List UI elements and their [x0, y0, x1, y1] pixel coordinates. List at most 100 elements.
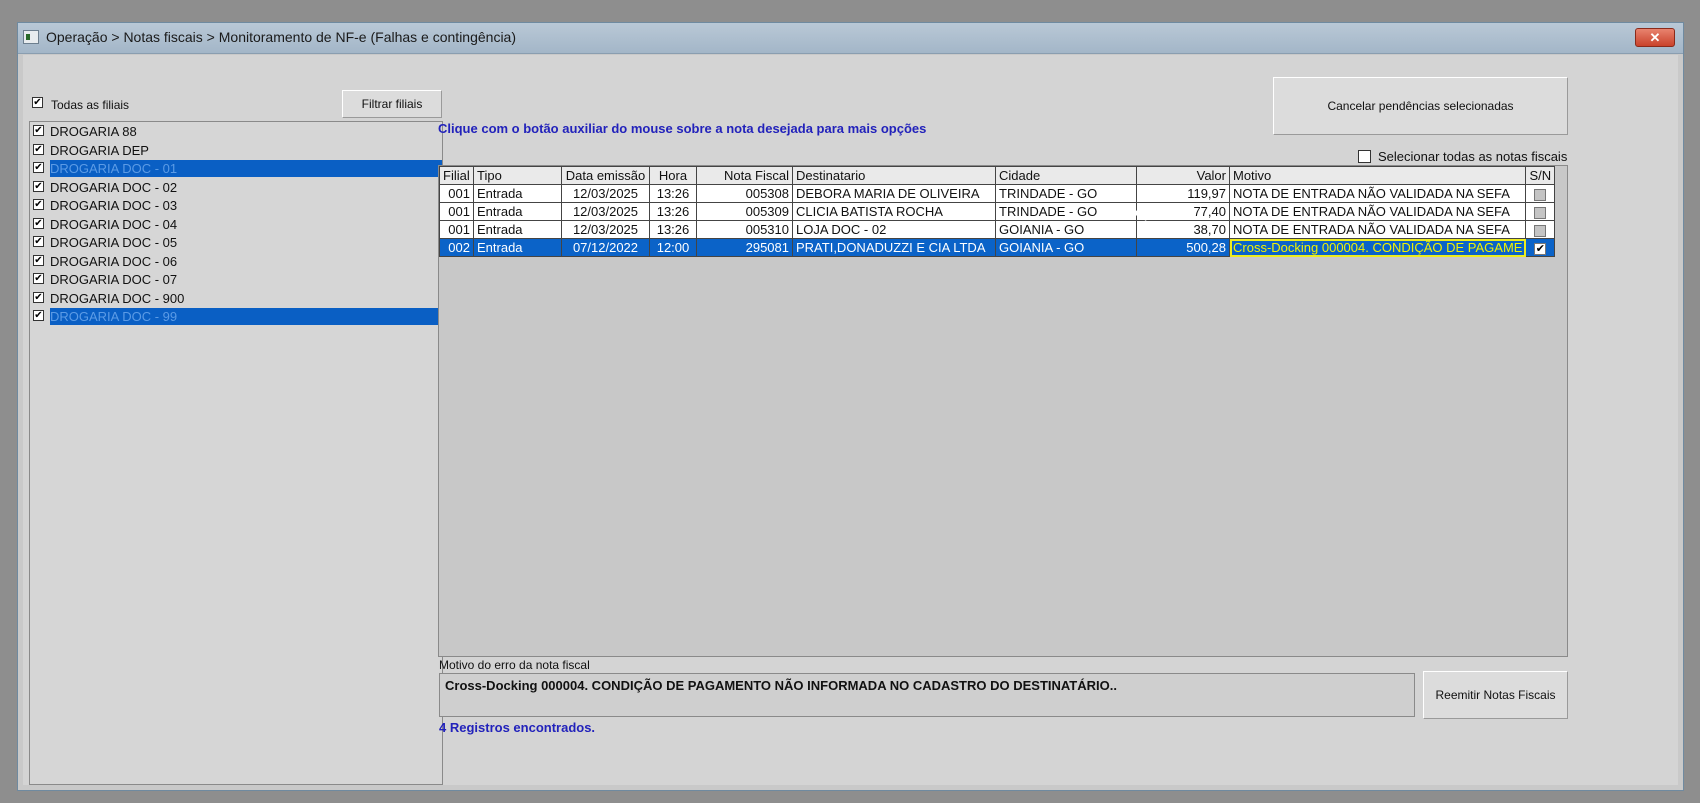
col-header-data-emissao[interactable]: Data emissão — [561, 166, 650, 185]
reemitir-notas-button[interactable]: Reemitir Notas Fiscais — [1423, 671, 1568, 719]
filial-item[interactable]: ✔ DROGARIA DOC - 900 — [30, 289, 442, 308]
col-header-tipo[interactable]: Tipo — [473, 166, 562, 185]
cell-sn[interactable] — [1525, 220, 1556, 239]
filial-checkbox[interactable]: ✔ — [33, 254, 44, 266]
cell-cidade: TRINDADE - GO — [995, 184, 1137, 203]
main-window: Operação > Notas fiscais > Monitoramento… — [17, 22, 1684, 791]
notas-table: Filial Tipo Data emissão Hora Nota Fisca… — [439, 166, 1556, 257]
filial-checkbox[interactable]: ✔ — [33, 217, 44, 229]
table-row[interactable]: 001 Entrada 12/03/2025 13:26 005309 CLIC… — [439, 202, 1556, 221]
sn-checkbox[interactable] — [1534, 224, 1547, 237]
filial-item[interactable]: ✔ DROGARIA DOC - 02 — [30, 178, 442, 197]
cell-valor: 77,40 — [1136, 202, 1230, 221]
cell-filial: 002 — [439, 238, 474, 257]
col-header-hora[interactable]: Hora — [649, 166, 697, 185]
cell-destinatario: DEBORA MARIA DE OLIVEIRA — [792, 184, 996, 203]
motivo-erro-text: Cross-Docking 000004. CONDIÇÃO DE PAGAME… — [439, 673, 1415, 717]
filial-label: DROGARIA DOC - 07 — [50, 272, 178, 287]
col-header-destinatario[interactable]: Destinatario — [792, 166, 996, 185]
cell-hora: 13:26 — [649, 202, 697, 221]
filial-item[interactable]: ✔ DROGARIA DOC - 06 — [30, 252, 442, 271]
filial-item[interactable]: ✔ DROGARIA DOC - 04 — [30, 215, 442, 234]
filial-checkbox[interactable]: ✔ — [33, 125, 44, 136]
cell-filial: 001 — [439, 202, 474, 221]
filial-checkbox[interactable]: ✔ — [33, 162, 44, 173]
filial-label: DROGARIA DEP — [50, 142, 149, 158]
filial-checkbox[interactable]: ✔ — [33, 180, 44, 192]
cell-motivo: Cross-Docking 000004. CONDIÇÃO DE PAGAME — [1228, 238, 1527, 257]
table-row[interactable]: 001 Entrada 12/03/2025 13:26 005310 LOJA… — [439, 220, 1556, 239]
notas-fiscais-grid[interactable]: Filial Tipo Data emissão Hora Nota Fisca… — [438, 165, 1568, 657]
cancelar-pendencias-button[interactable]: Cancelar pendências selecionadas — [1273, 77, 1568, 135]
col-header-nota-fiscal[interactable]: Nota Fiscal — [696, 166, 793, 185]
filial-item[interactable]: ✔ DROGARIA DOC - 05 — [30, 233, 442, 252]
cell-filial: 001 — [439, 220, 474, 239]
cell-motivo: NOTA DE ENTRADA NÃO VALIDADA NA SEFA — [1228, 184, 1527, 203]
app-icon — [23, 30, 39, 44]
col-header-valor[interactable]: Valor — [1136, 166, 1230, 185]
window-title: Operação > Notas fiscais > Monitoramento… — [46, 29, 517, 45]
cell-data: 12/03/2025 — [561, 184, 650, 203]
filial-label: DROGARIA DOC - 900 — [50, 290, 185, 306]
filial-item[interactable]: ✔ DROGARIA DOC - 07 — [30, 270, 442, 289]
filial-checkbox[interactable]: ✔ — [33, 143, 44, 155]
filial-label: DROGARIA DOC - 99 — [50, 308, 442, 325]
cell-valor: 119,97 — [1136, 184, 1230, 203]
cell-data: 07/12/2022 — [561, 238, 650, 257]
filiais-list[interactable]: ✔ DROGARIA 88 ✔ DROGARIA DEP ✔ DROGARIA DOC… — [29, 121, 443, 785]
table-row-selected[interactable]: 002 Entrada 07/12/2022 12:00 295081 PRAT… — [439, 238, 1556, 257]
cell-motivo: NOTA DE ENTRADA NÃO VALIDADA NA SEFA — [1228, 220, 1527, 239]
cell-cidade: GOIANIA - GO — [995, 238, 1137, 257]
close-icon: ✕ — [1649, 30, 1661, 45]
col-header-sn[interactable]: S/N — [1525, 166, 1556, 185]
filial-item[interactable]: ✔ DROGARIA 88 — [30, 122, 442, 141]
filial-item[interactable]: ✔ DROGARIA DOC - 03 — [30, 196, 442, 215]
motivo-erro-label: Motivo do erro da nota fiscal — [439, 658, 590, 672]
close-button[interactable]: ✕ — [1635, 28, 1675, 47]
filial-label: DROGARIA DOC - 06 — [50, 253, 178, 269]
col-header-motivo[interactable]: Motivo — [1228, 166, 1527, 185]
filial-item[interactable]: ✔ DROGARIA DOC - 99 — [30, 307, 442, 326]
filial-item[interactable]: ✔ DROGARIA DEP — [30, 141, 442, 160]
todas-filiais-checkbox[interactable]: ✔ — [32, 97, 43, 108]
cell-destinatario: PRATI,DONADUZZI E CIA LTDA — [792, 238, 996, 257]
cell-tipo: Entrada — [473, 220, 562, 239]
sn-checkbox[interactable] — [1534, 206, 1547, 219]
col-header-filial[interactable]: Filial — [439, 166, 474, 185]
cell-data: 12/03/2025 — [561, 220, 650, 239]
sn-checkbox[interactable] — [1534, 188, 1547, 201]
cell-sn[interactable] — [1525, 202, 1556, 221]
filial-checkbox[interactable]: ✔ — [33, 310, 44, 321]
filial-checkbox[interactable]: ✔ — [33, 199, 44, 210]
filtrar-filiais-button[interactable]: Filtrar filiais — [342, 90, 442, 118]
table-row[interactable]: 001 Entrada 12/03/2025 13:26 005308 DEBO… — [439, 184, 1556, 203]
col-header-cidade[interactable]: Cidade — [995, 166, 1137, 185]
filial-checkbox[interactable]: ✔ — [33, 291, 44, 303]
cell-hora: 13:26 — [649, 184, 697, 203]
table-header-row: Filial Tipo Data emissão Hora Nota Fisca… — [439, 166, 1556, 185]
filial-label: DROGARIA DOC - 05 — [50, 235, 178, 250]
registros-count: 4 Registros encontrados. — [439, 720, 596, 735]
title-bar[interactable]: Operação > Notas fiscais > Monitoramento… — [18, 23, 1683, 54]
selecionar-todas-checkbox[interactable] — [1358, 150, 1371, 163]
cell-cidade: TRINDADE - GO — [995, 202, 1137, 221]
context-menu-hint: Clique com o botão auxiliar do mouse sob… — [438, 121, 927, 136]
cell-destinatario: LOJA DOC - 02 — [792, 220, 996, 239]
filial-label: DROGARIA 88 — [50, 124, 137, 139]
filial-label: DROGARIA DOC - 02 — [50, 179, 178, 195]
cell-sn[interactable] — [1525, 184, 1556, 203]
cell-hora: 13:26 — [649, 220, 697, 239]
cell-tipo: Entrada — [473, 202, 562, 221]
filial-label: DROGARIA DOC - 03 — [50, 198, 178, 213]
filial-item[interactable]: ✔ DROGARIA DOC - 01 — [30, 159, 442, 178]
todas-filiais-label: Todas as filiais — [51, 98, 130, 112]
filial-checkbox[interactable]: ✔ — [33, 273, 44, 284]
window-client-area: ✔ Todas as filiais Filtrar filiais ✔ DROG… — [23, 55, 1678, 785]
cell-sn[interactable]: ✔ — [1525, 238, 1556, 257]
sn-checkbox-checked[interactable]: ✔ — [1534, 242, 1547, 255]
cell-nota: 005309 — [696, 202, 793, 221]
filial-checkbox[interactable]: ✔ — [33, 236, 44, 247]
cell-tipo: Entrada — [473, 184, 562, 203]
cell-valor: 38,70 — [1136, 220, 1230, 239]
cell-nota: 005308 — [696, 184, 793, 203]
